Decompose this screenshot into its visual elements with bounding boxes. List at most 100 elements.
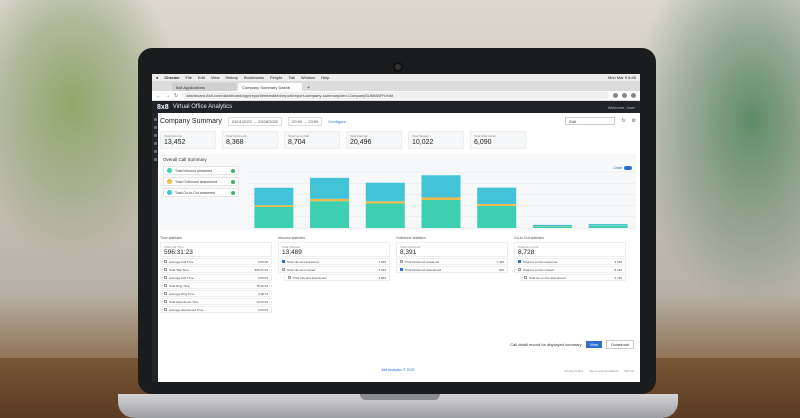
bar-segment[interactable] [254,205,294,207]
stat-total-card[interactable]: Total Go-to-Out 8,728 [514,242,626,257]
stat-row[interactable]: Total Ring Time 78:26:33 [160,282,272,289]
stat-row[interactable]: Total inbound answered 7,965 [278,258,390,265]
stat-checkbox[interactable] [524,276,527,279]
stat-row[interactable]: Average abandoned Time 0:00:03 [160,306,272,313]
menu-item[interactable]: People [270,75,282,80]
stat-row[interactable]: Average Talk Time 0:05:03 [160,274,272,281]
sidebar-calls-icon[interactable] [153,134,157,137]
stat-row[interactable]: Total Outbound answered 7,445 [396,258,508,265]
refresh-icon[interactable]: ↻ [621,118,625,124]
stat-row[interactable]: Average Ring Time 0:00:11 [160,290,272,297]
kpi-card[interactable]: Total Abandoned 6,090 [470,131,526,149]
footer-link[interactable]: 8x8 Inc [624,369,634,373]
edit-select[interactable]: Edit [565,117,616,125]
menu-item[interactable]: Window [301,75,315,80]
stat-total-card[interactable]: Total Inbound 13,489 [278,242,390,257]
bar-segment[interactable] [254,207,294,228]
kpi-card[interactable]: Total Missed 10,022 [408,131,464,149]
stat-row[interactable]: Total inbound abandoned 3,864 [284,274,390,281]
stat-checkbox[interactable] [400,268,403,271]
stat-row[interactable]: Total inbound missed 5,524 [278,266,390,273]
stat-checkbox[interactable] [400,260,403,263]
bar-segment[interactable] [365,203,405,229]
bar-segment[interactable] [421,200,461,228]
stat-checkbox[interactable] [164,276,167,279]
stat-row[interactable]: Total Go-to-Out missed 5,212 [514,266,626,273]
stat-checkbox[interactable] [164,268,167,271]
bar-segment[interactable] [477,187,517,204]
menu-item[interactable]: Tab [288,75,294,80]
menu-item[interactable]: View [211,75,220,80]
stat-checkbox[interactable] [282,268,285,271]
bar-segment[interactable] [310,198,350,202]
footer-link[interactable]: Privacy Policy [565,369,584,373]
stat-row[interactable]: Total Talk Time 596:31:23 [160,266,272,273]
legend-item[interactable]: Total Go-to-Out answered [163,188,239,197]
back-icon[interactable]: ← [156,93,161,99]
kpi-card[interactable]: Total Go-to-Call 8,704 [284,131,340,149]
bar-segment[interactable] [421,175,461,198]
legend-item[interactable]: Total Outbound abandoned [163,177,239,186]
stat-checkbox[interactable] [288,276,291,279]
app-logo[interactable]: 8x8 [157,104,169,111]
kpi-card[interactable]: Total Internal 20,496 [346,131,402,149]
menu-item[interactable]: Help [321,75,329,80]
bar-segment[interactable] [477,203,517,206]
browser-tab-active[interactable]: Company Summary Dashb [238,83,302,91]
bar-segment[interactable] [532,226,572,228]
menu-item[interactable]: Edit [198,75,205,80]
stat-row[interactable]: Average Call Time 0:05:08 [160,258,272,265]
stat-checkbox[interactable] [164,300,167,303]
stat-total-card[interactable]: Total Outbound 8,391 [396,242,508,257]
sidebar-users-icon[interactable] [153,142,157,145]
stat-checkbox[interactable] [164,292,167,295]
new-tab-icon[interactable]: + [304,85,313,91]
menubar-clock[interactable]: Mon Mar 9 8:45 [608,75,636,80]
forward-icon[interactable]: → [165,93,170,99]
download-button[interactable]: Download [606,340,634,349]
bar-segment[interactable] [310,177,350,199]
stat-checkbox[interactable] [164,284,167,287]
bar-segment[interactable] [421,197,461,200]
sidebar-home-icon[interactable] [153,118,157,121]
view-button[interactable]: View [585,341,603,348]
menu-item[interactable]: File [186,75,192,80]
bar-segment[interactable] [588,225,628,228]
footer-link[interactable]: Terms and Conditions [589,369,618,373]
date-range-picker[interactable]: 03/01/2020 → 03/08/2020 [227,116,283,126]
stat-checkbox[interactable] [164,260,167,263]
sidebar-settings-icon[interactable] [153,150,157,153]
bar-segment[interactable] [254,187,294,206]
stat-row[interactable]: Total Outbound abandoned 946 [396,266,508,273]
configure-link[interactable]: Configure [328,119,345,124]
bar-segment[interactable] [477,205,517,228]
extension-icon[interactable] [613,93,618,98]
menu-item[interactable]: History [226,75,238,80]
stat-total-card[interactable]: Total Call Time 596:31:23 [160,242,272,257]
kpi-card[interactable]: Total Outbound 8,368 [222,131,278,149]
stat-row[interactable]: Total Abandoned Time 14:03:23 [160,298,272,305]
extension-icon[interactable] [622,93,627,98]
address-bar[interactable]: dashboard.8x8.com/dashboard/app/report/e… [182,92,609,99]
menu-item[interactable]: Bookmarks [244,75,264,80]
browser-tab[interactable]: 8x8 Applications [172,83,236,91]
legend-item[interactable]: Total Inbound answered [163,166,239,175]
menu-app-name[interactable]: Chrome [164,75,179,80]
bar-segment[interactable] [365,182,405,202]
user-menu[interactable]: Welcome, User [608,105,635,110]
stat-checkbox[interactable] [164,308,167,311]
bar-segment[interactable] [365,201,405,204]
stat-checkbox[interactable] [518,260,521,263]
apple-icon[interactable]: ● [156,75,158,80]
stat-row[interactable]: Total Go-to-Out abandoned 2,726 [520,274,626,281]
sidebar-reports-icon[interactable] [153,126,157,129]
settings-icon[interactable]: ⚙ [632,118,636,124]
stat-checkbox[interactable] [282,260,285,263]
profile-avatar[interactable] [631,93,636,98]
sidebar-help-icon[interactable] [153,158,157,161]
bar-segment[interactable] [310,201,350,228]
stat-row[interactable]: Total Go-to-Out answered 3,516 [514,258,626,265]
bar-segment[interactable] [532,224,572,227]
bar-segment[interactable] [588,223,628,226]
kpi-card[interactable]: Total Inbound 13,452 [160,131,216,149]
